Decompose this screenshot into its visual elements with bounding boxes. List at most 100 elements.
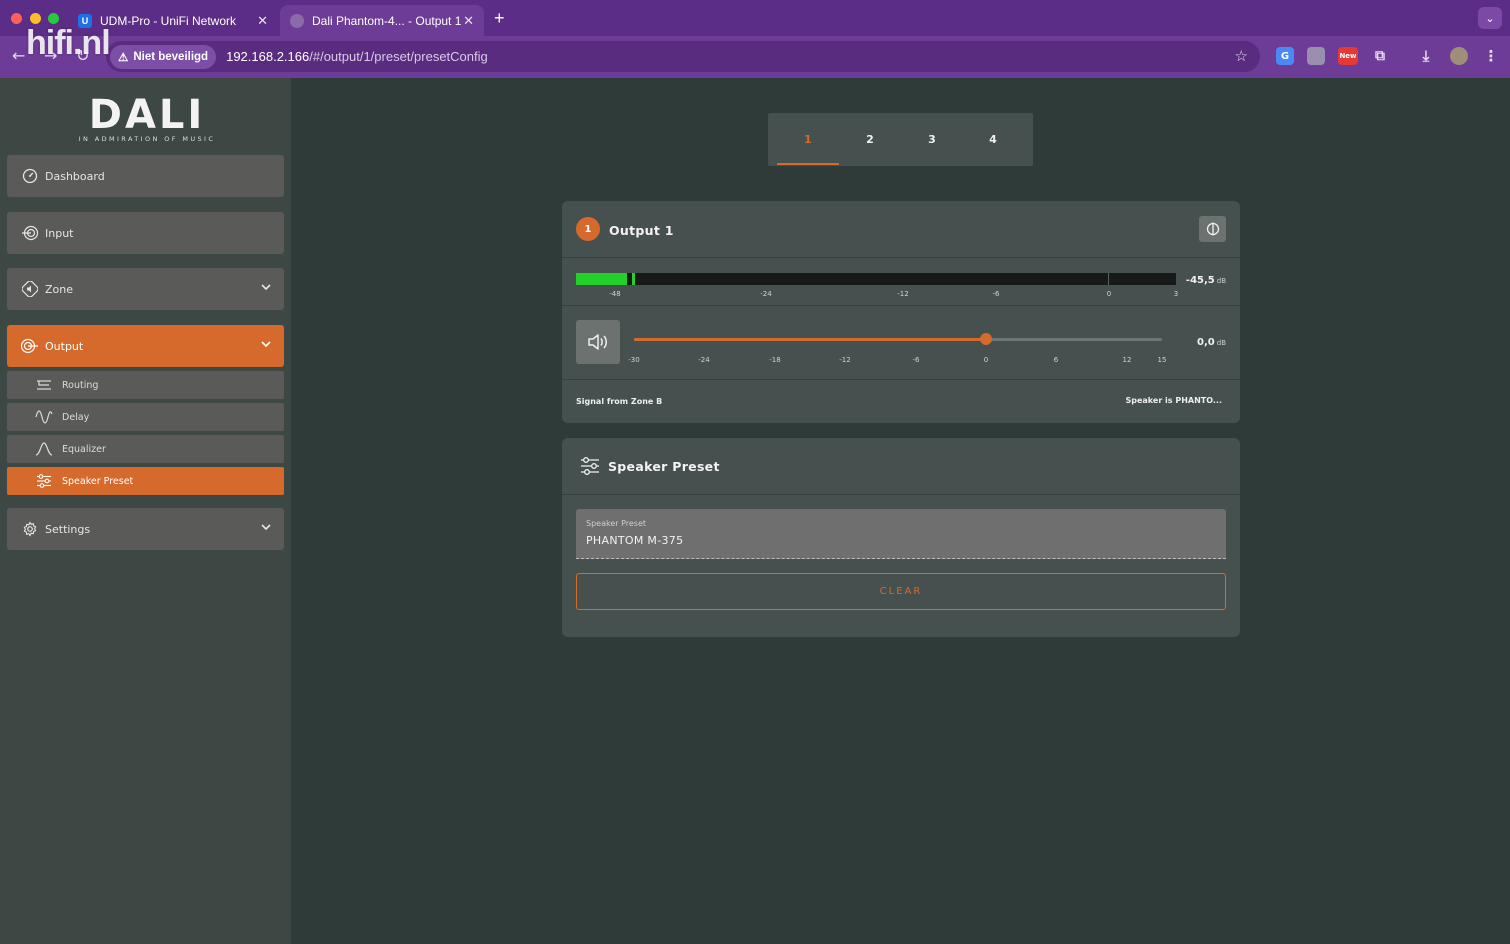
meter-level-value: -45,5 [1185,275,1215,286]
chevron-down-icon [260,281,272,296]
output-tab-3[interactable]: 3 [901,113,963,166]
volume-tick: 6 [1053,356,1059,364]
signal-source-text: Signal from Zone B [576,397,663,406]
zone-speaker-icon [21,280,39,298]
gear-icon [21,520,39,538]
volume-unit: dB [1216,339,1226,347]
volume-slider-thumb[interactable] [980,333,992,345]
browser-tab-dali[interactable]: Dali Phantom-4... - Output 1 ✕ [280,5,484,36]
browser-menu-icon[interactable]: ⋮ [1482,47,1500,65]
download-icon[interactable]: ⤓ [1417,47,1435,65]
output-tab-4[interactable]: 4 [962,113,1024,166]
routing-icon [35,376,53,394]
level-meter-peak [631,273,635,285]
sidebar-subitem-label: Speaker Preset [62,475,134,487]
card-extension-icon[interactable] [1307,47,1325,65]
phase-icon [1206,222,1219,236]
security-chip[interactable]: ⚠ Niet beveiligd [110,44,217,69]
sidebar-item-input[interactable]: Input [7,212,284,254]
output-tab-1[interactable]: 1 [777,113,839,166]
speaker-preset-field-label: Speaker Preset [586,519,647,528]
meter-tick: -24 [760,290,772,298]
new-tab-button[interactable]: + [494,8,505,29]
curve-icon [35,440,53,458]
sidebar-item-output[interactable]: Output [7,325,284,367]
tab-search-chevron-icon[interactable]: ⌄ [1478,7,1502,29]
profile-avatar[interactable] [1450,47,1468,65]
mute-button[interactable] [576,320,620,364]
security-label: Niet beveiligd [133,50,209,63]
sidebar-item-label: Output [45,339,84,353]
window-close-button[interactable] [11,13,22,24]
card-divider [562,257,1240,258]
tab-close-icon[interactable]: ✕ [257,13,268,29]
back-arrow-icon[interactable]: ← [12,46,25,65]
sidebar-subitem-speaker-preset[interactable]: Speaker Preset [7,467,284,495]
sidebar-item-zone[interactable]: Zone [7,268,284,310]
volume-tick: 0 [983,356,989,364]
speaker-volume-icon [588,334,607,350]
meter-tick: 3 [1173,290,1179,298]
output-icon [21,337,39,355]
output-number-badge: 1 [576,217,600,241]
level-meter-fill [576,273,627,285]
gauge-icon [21,167,39,185]
output-card: 1 Output 1 -48 -24 -12 -6 0 3 -45,5 dB -3… [562,201,1240,423]
translate-extension-icon[interactable]: G [1276,47,1294,65]
phase-toggle-button[interactable] [1199,216,1226,242]
sliders-icon [35,472,53,490]
wave-icon [35,408,53,426]
chevron-down-icon [260,338,272,353]
card-divider [562,305,1240,306]
browser-tabstrip: U UDM-Pro - UniFi Network ✕ Dali Phantom… [0,0,1510,36]
sidebar-item-dashboard[interactable]: Dashboard [7,155,284,197]
meter-level-unit: dB [1216,277,1226,285]
address-bar[interactable]: ⚠ Niet beveiligd 192.168.2.166/#/output/… [106,41,1260,72]
url-text: 192.168.2.166/#/output/1/preset/presetCo… [226,49,488,64]
volume-tick: -6 [912,356,920,364]
hifi-watermark: hifi.nl [26,24,111,62]
speaker-preset-field-value: PHANTOM M-375 [586,534,684,547]
sidebar-subitem-equalizer[interactable]: Equalizer [7,435,284,463]
meter-tick: -48 [609,290,621,298]
input-icon [21,224,39,242]
bookmark-star-icon[interactable]: ☆ [1235,47,1248,65]
new-extension-icon[interactable]: New [1338,47,1358,65]
output-title: Output 1 [609,223,674,238]
puzzle-extensions-icon[interactable]: ⧉ [1371,47,1389,65]
level-meter [576,273,1176,285]
sidebar-item-label: Dashboard [45,169,105,183]
window-minimize-button[interactable] [30,13,41,24]
meter-tick: -12 [897,290,909,298]
volume-slider-fill [634,338,986,341]
clear-button[interactable]: CLEAR [576,573,1226,610]
tab-title: Dali Phantom-4... - Output 1 [312,13,462,28]
sidebar-item-label: Input [45,226,74,240]
volume-tick: 15 [1157,356,1167,364]
sidebar-item-label: Zone [45,282,74,296]
volume-tick: -12 [839,356,851,364]
volume-slider[interactable] [634,333,1162,345]
tab-close-icon[interactable]: ✕ [463,13,474,29]
meter-tick: 0 [1106,290,1112,298]
meter-tick: -6 [992,290,1000,298]
speaker-preset-select[interactable]: Speaker Preset PHANTOM M-375 [576,509,1226,559]
brand-tagline: IN ADMIRATION OF MUSIC [78,135,216,143]
window-zoom-button[interactable] [48,13,59,24]
volume-tick: -24 [698,356,710,364]
meter-zero-marker [1108,273,1109,285]
dali-logo: DALI IN ADMIRATION OF MUSIC [72,95,222,143]
volume-tick: -30 [628,356,640,364]
sidebar-subitem-label: Routing [62,379,99,391]
sidebar-subitem-label: Delay [62,411,90,423]
volume-tick: 12 [1122,356,1132,364]
sidebar-subitem-delay[interactable]: Delay [7,403,284,431]
warning-triangle-icon: ⚠ [118,51,129,64]
speaker-status-text: Speaker is PHANTO... [1125,396,1222,405]
sidebar-item-settings[interactable]: Settings [7,508,284,550]
card-divider [562,379,1240,380]
sidebar-subitem-routing[interactable]: Routing [7,371,284,399]
output-tab-2[interactable]: 2 [839,113,901,166]
url-path: /#/output/1/preset/presetConfig [309,49,488,64]
sidebar-subitem-label: Equalizer [62,443,106,455]
